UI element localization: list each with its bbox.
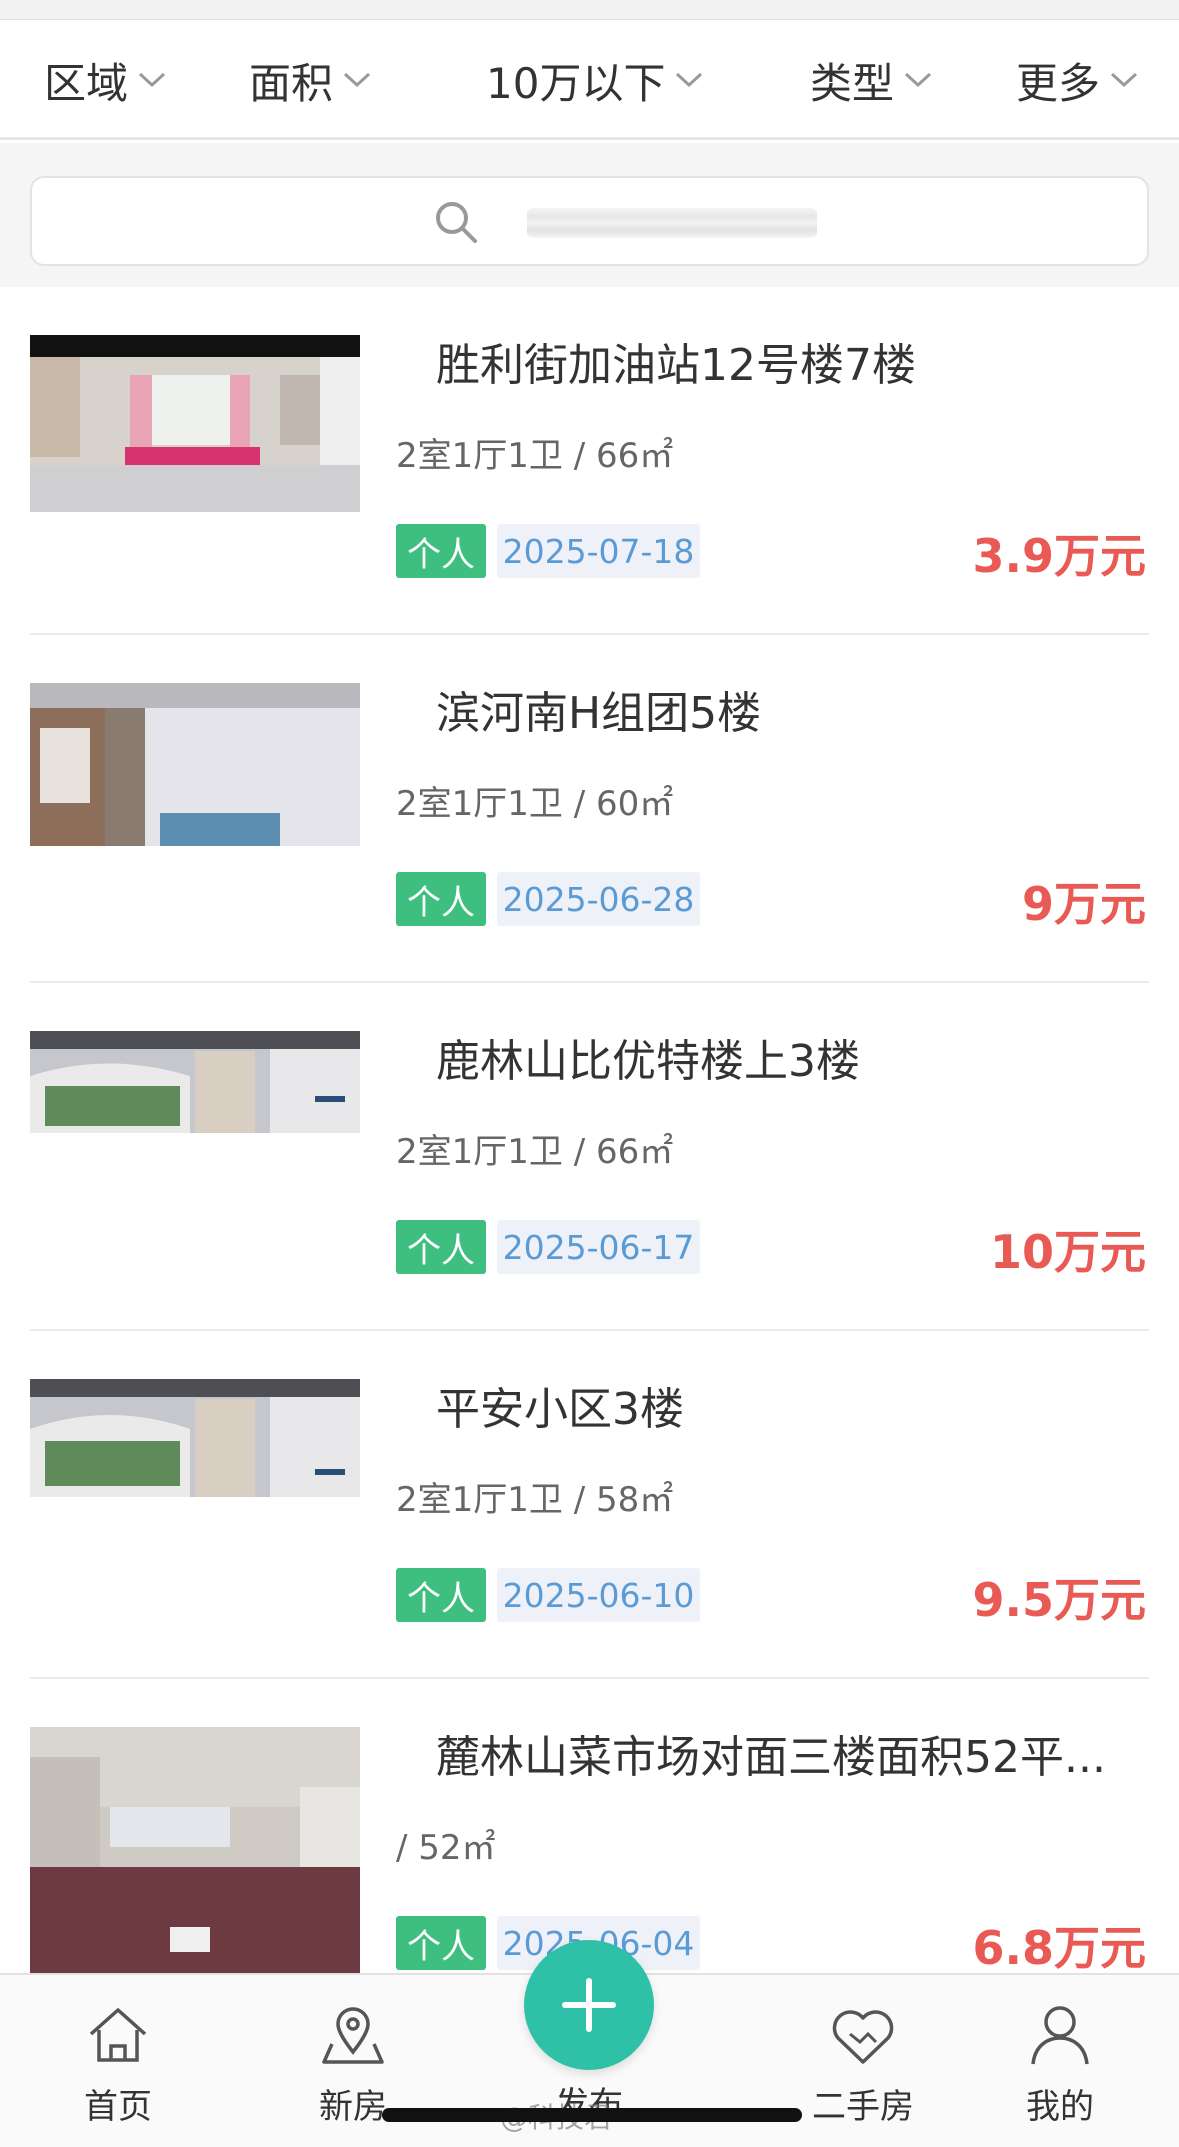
listing-title: 鹿林山比优特楼上3楼 (436, 1036, 860, 1087)
filter-label: 面积 (249, 58, 334, 108)
owner-type-badge: 个人 (396, 524, 486, 578)
listing-date: 2025-06-17 (497, 1220, 700, 1274)
listing-title: 滨河南H组团5楼 (436, 688, 762, 739)
listing-photo (30, 335, 360, 512)
listing-date: 2025-07-18 (497, 524, 700, 578)
listing-title: 麓林山菜市场对面三楼面积52平... (436, 1732, 1106, 1783)
chevron-down-icon (1106, 62, 1142, 98)
status-bar (0, 0, 1179, 20)
tab-label: 二手房 (812, 2087, 914, 2127)
chevron-down-icon (900, 62, 936, 98)
owner-type-badge: 个人 (396, 1568, 486, 1622)
filter-label: 10万以下 (486, 58, 666, 108)
search-box[interactable] (30, 176, 1149, 266)
filter-type[interactable]: 类型 (810, 20, 936, 140)
filter-region[interactable]: 区域 (44, 20, 170, 140)
tab-mine[interactable]: 我的 (990, 1975, 1130, 2147)
listing-photo (30, 1727, 360, 1973)
filter-label: 区域 (44, 58, 129, 108)
user-icon (1025, 2000, 1095, 2070)
post-button[interactable] (524, 1940, 654, 2070)
chevron-down-icon (134, 62, 170, 98)
listing-price: 6.8万元 (972, 1921, 1147, 1975)
listing-date: 2025-06-28 (497, 872, 700, 926)
search-section (0, 143, 1179, 287)
filter-label: 更多 (1016, 58, 1101, 108)
tab-home[interactable]: 首页 (48, 1975, 188, 2147)
listing-meta: 2室1厅1卫 / 66㎡ (396, 1132, 674, 1172)
listing-item[interactable]: 滨河南H组团5楼 2室1厅1卫 / 60㎡ 个人 2025-06-28 9万元 (0, 635, 1179, 983)
filter-price[interactable]: 10万以下 (486, 20, 707, 140)
listing-price: 10万元 (989, 1225, 1146, 1279)
listing-item[interactable]: 胜利街加油站12号楼7楼 2室1厅1卫 / 66㎡ 个人 2025-07-18 … (0, 287, 1179, 635)
listing-photo (30, 1379, 360, 1497)
location-pin-icon (318, 2000, 388, 2070)
listing-price: 9.5万元 (972, 1573, 1147, 1627)
owner-type-badge: 个人 (396, 1220, 486, 1274)
plus-icon (559, 1975, 619, 2035)
chevron-down-icon (671, 62, 707, 98)
search-input[interactable] (522, 204, 822, 240)
listing-price: 3.9万元 (972, 529, 1147, 583)
chevron-down-icon (339, 62, 375, 98)
listing-price: 9万元 (1021, 877, 1146, 931)
listing-photo (30, 1031, 360, 1133)
search-icon (432, 198, 482, 248)
tab-label: 首页 (84, 2087, 152, 2127)
listing-photo (30, 683, 360, 846)
filter-bar: 区域 面积 10万以下 类型 更多 (0, 20, 1179, 140)
listing-item[interactable]: 平安小区3楼 2室1厅1卫 / 58㎡ 个人 2025-06-10 9.5万元 (0, 1331, 1179, 1679)
listing-meta: 2室1厅1卫 / 66㎡ (396, 436, 674, 476)
filter-area[interactable]: 面积 (249, 20, 375, 140)
listing-item[interactable]: 麓林山菜市场对面三楼面积52平... / 52㎡ 个人 2025-06-04 6… (0, 1679, 1179, 1975)
home-icon (83, 2000, 153, 2070)
listing-meta: 2室1厅1卫 / 58㎡ (396, 1480, 674, 1520)
filter-label: 类型 (810, 58, 895, 108)
filter-more[interactable]: 更多 (1016, 20, 1142, 140)
handshake-icon (828, 2000, 898, 2070)
listing-title: 平安小区3楼 (436, 1384, 684, 1435)
home-indicator (382, 2108, 802, 2122)
owner-type-badge: 个人 (396, 872, 486, 926)
listing-date: 2025-06-10 (497, 1568, 700, 1622)
listing-item[interactable]: 鹿林山比优特楼上3楼 2室1厅1卫 / 66㎡ 个人 2025-06-17 10… (0, 983, 1179, 1331)
listing-meta: 2室1厅1卫 / 60㎡ (396, 784, 674, 824)
listing-meta: / 52㎡ (396, 1828, 496, 1868)
owner-type-badge: 个人 (396, 1916, 486, 1970)
tab-second-hand[interactable]: 二手房 (793, 1975, 933, 2147)
tab-label: 我的 (1026, 2087, 1094, 2127)
listing-title: 胜利街加油站12号楼7楼 (436, 340, 916, 391)
